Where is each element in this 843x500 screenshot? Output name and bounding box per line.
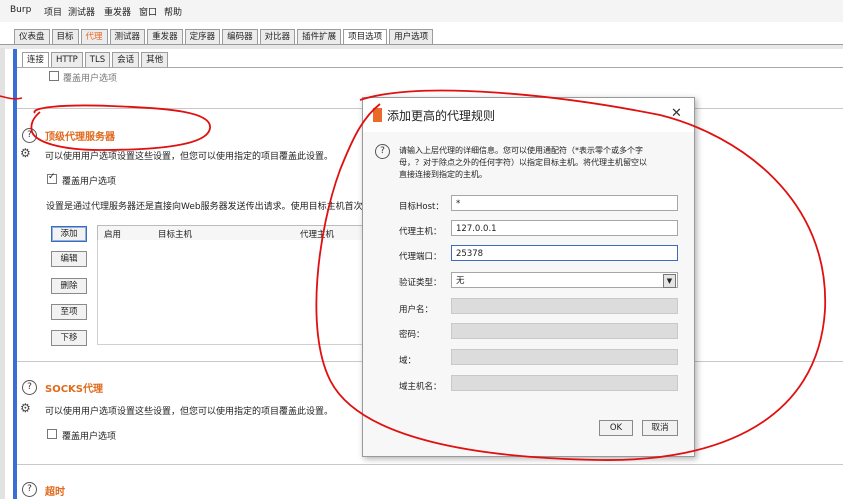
edit-button[interactable]: 编辑 <box>51 251 87 267</box>
col-destination-host[interactable]: 目标主机 <box>158 228 192 240</box>
cancel-button[interactable]: 取消 <box>642 420 678 436</box>
tab-target[interactable]: 目标 <box>51 29 79 44</box>
tab-decoder[interactable]: 编码器 <box>222 29 258 44</box>
tab-intruder[interactable]: 测试器 <box>109 29 146 44</box>
proxy-port-input[interactable]: 25378 <box>451 245 678 261</box>
tab-divider <box>0 44 843 49</box>
menu-project[interactable]: 项目 <box>44 5 62 18</box>
upstream-override-label: 覆盖用户选项 <box>62 177 117 187</box>
upstream-table-header: 启用 目标主机 代理主机 <box>97 225 364 241</box>
tab-project-options[interactable]: 项目选项 <box>343 29 388 44</box>
upstream-proxy-title: 顶级代理服务器 <box>45 132 115 143</box>
menu-help[interactable]: 帮助 <box>164 5 182 18</box>
dest-host-input[interactable]: * <box>451 195 678 211</box>
menu-repeater[interactable]: 重发器 <box>104 5 131 18</box>
upstream-table-body[interactable] <box>97 240 364 345</box>
password-label: 密码： <box>399 330 425 340</box>
upstream-override-checkbox[interactable] <box>47 172 57 184</box>
upstream-desc: 可以使用用户选项设置这些设置，但您可以使用指定的项目覆盖此设置。 <box>45 152 334 162</box>
top-override-checkbox[interactable] <box>49 71 59 81</box>
tab-extender[interactable]: 插件扩展 <box>297 29 342 44</box>
auth-type-label: 验证类型： <box>399 278 442 288</box>
tab-comparer[interactable]: 对比器 <box>259 29 296 44</box>
main-tab-bar: 仪表盘 目标 代理 测试器 重发器 定序器 编码器 对比器 插件扩展 项目选项 … <box>14 29 435 44</box>
sub-tab-bar: 连接 HTTP TLS 会话 其他 <box>22 52 170 67</box>
dialog-help-line-1: 请输入上层代理的详细信息。您可以使用通配符（*表示零个或多个字 <box>399 146 643 155</box>
dialog-help-line-3: 直接连接到指定的主机。 <box>399 170 487 179</box>
col-enabled[interactable]: 启用 <box>104 228 121 240</box>
username-label: 用户名： <box>399 305 434 315</box>
tab-repeater[interactable]: 重发器 <box>147 29 183 44</box>
socks-override-label: 覆盖用户选项 <box>62 432 117 442</box>
tab-user-options[interactable]: 用户选项 <box>389 29 434 44</box>
gear-icon[interactable]: ⚙ <box>20 146 31 160</box>
upstream-explain: 设置是通过代理服务器还是直接向Web服务器发送传出请求。使用目标主机首次 <box>46 202 363 212</box>
remove-button[interactable]: 删除 <box>51 278 87 294</box>
menu-window[interactable]: 窗口 <box>139 5 157 18</box>
socks-override-checkbox[interactable] <box>47 429 57 439</box>
timeout-title: 超时 <box>45 487 65 498</box>
close-icon[interactable]: ✕ <box>671 106 682 121</box>
menu-burp[interactable]: Burp <box>10 5 31 15</box>
proxy-port-label: 代理端口： <box>399 252 442 262</box>
tab-proxy[interactable]: 代理 <box>80 29 108 44</box>
help-icon[interactable]: ? <box>22 482 37 497</box>
proxy-host-label: 代理主机： <box>399 227 442 237</box>
dialog-title: 添加更高的代理规则 <box>387 109 496 123</box>
domain-input <box>451 349 678 365</box>
subtab-connections[interactable]: 连接 <box>22 52 50 67</box>
subtab-tls[interactable]: TLS <box>84 52 111 67</box>
dialog-titlebar: 添加更高的代理规则 ✕ <box>363 98 694 132</box>
username-input <box>451 298 678 314</box>
add-upstream-rule-dialog: 添加更高的代理规则 ✕ ? 请输入上层代理的详细信息。您可以使用通配符（*表示零… <box>362 97 695 457</box>
socks-desc: 可以使用用户选项设置这些设置，但您可以使用指定的项目覆盖此设置。 <box>45 407 334 417</box>
move-down-button[interactable]: 下移 <box>51 330 87 346</box>
dialog-help-line-2: 母，？对于除点之外的任何字符）以指定目标主机。将代理主机留空以 <box>399 158 647 167</box>
subtab-http[interactable]: HTTP <box>51 52 83 67</box>
help-icon[interactable]: ? <box>22 128 37 143</box>
proxy-host-input[interactable]: 127.0.0.1 <box>451 220 678 236</box>
domain-hostname-input <box>451 375 678 391</box>
col-proxy-host[interactable]: 代理主机 <box>300 228 334 240</box>
gear-icon[interactable]: ⚙ <box>20 401 31 415</box>
auth-type-select[interactable]: 无 ▼ <box>451 272 678 288</box>
help-icon[interactable]: ? <box>22 380 37 395</box>
section-divider <box>17 464 843 465</box>
dest-host-label: 目标Host： <box>399 202 444 212</box>
help-icon: ? <box>375 144 390 159</box>
domain-host-label: 域主机名： <box>399 382 442 392</box>
domain-label: 域： <box>399 356 417 366</box>
move-up-button[interactable]: 至项 <box>51 304 87 320</box>
tab-dashboard[interactable]: 仪表盘 <box>14 29 50 44</box>
ok-button[interactable]: OK <box>599 420 633 436</box>
menu-bar: Burp 项目 测试器 重发器 窗口 帮助 <box>0 0 843 22</box>
add-button[interactable]: 添加 <box>51 226 87 242</box>
left-edge <box>0 48 5 499</box>
password-input <box>451 323 678 339</box>
top-override-label: 覆盖用户选项 <box>63 74 118 84</box>
auth-type-value: 无 <box>456 276 465 286</box>
tab-sequencer[interactable]: 定序器 <box>184 29 221 44</box>
burp-logo-icon <box>373 108 382 122</box>
menu-intruder[interactable]: 测试器 <box>68 5 95 18</box>
subtab-sessions[interactable]: 会话 <box>112 52 140 67</box>
socks-title: SOCKS代理 <box>45 384 103 395</box>
subtab-misc[interactable]: 其他 <box>141 52 169 67</box>
chevron-down-icon[interactable]: ▼ <box>663 274 676 288</box>
